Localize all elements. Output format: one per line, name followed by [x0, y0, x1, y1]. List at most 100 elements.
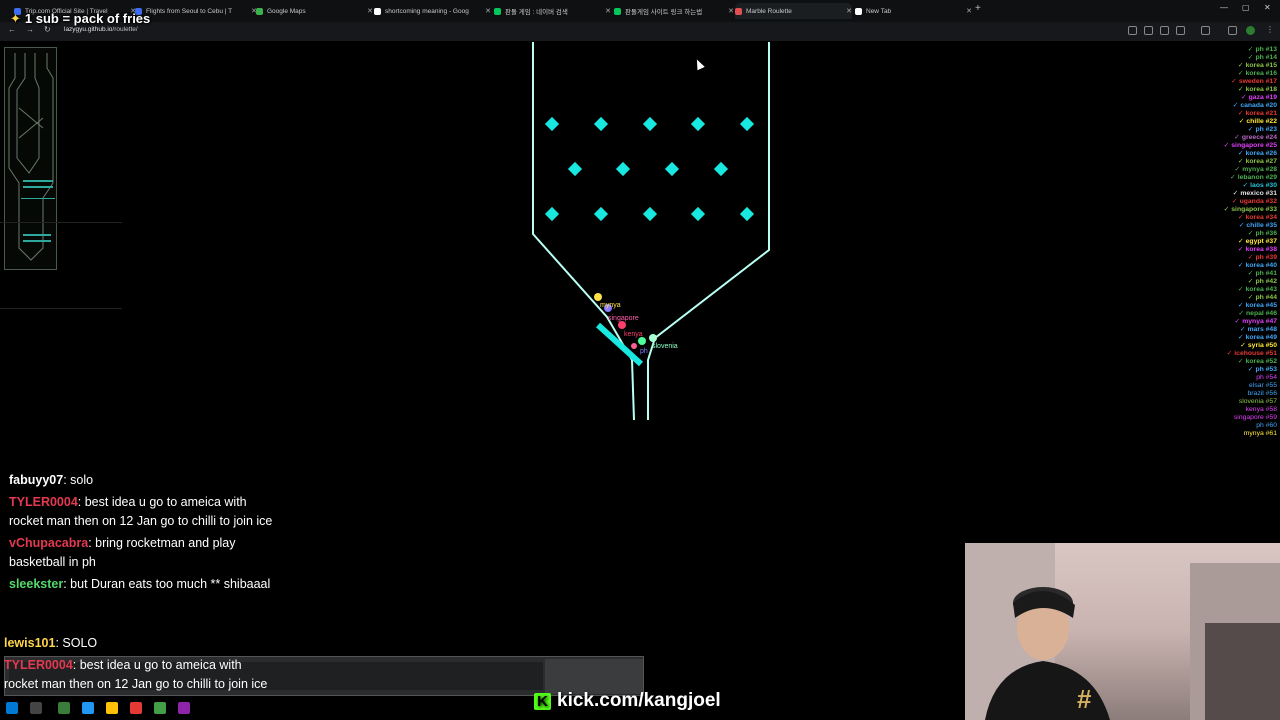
- check-icon: ✓: [1223, 206, 1230, 213]
- divider: [0, 308, 122, 309]
- svg-text:#: #: [1077, 684, 1092, 714]
- favicon-icon: [614, 7, 621, 15]
- ranking-label: korea #26: [1245, 150, 1277, 157]
- close-window-icon[interactable]: ✕: [1264, 3, 1271, 12]
- ranking-item: ✓ ph #14: [1167, 54, 1277, 62]
- ranking-label: ph #39: [1255, 254, 1277, 261]
- ranking-label: uganda #32: [1239, 198, 1277, 205]
- ranking-item: ✓ lebanon #29: [1167, 174, 1277, 182]
- ranking-label: ph #54: [1256, 374, 1277, 381]
- new-tab-button[interactable]: +: [975, 3, 981, 14]
- sidebar-icon[interactable]: [1228, 26, 1237, 35]
- extensions-icon[interactable]: [1201, 26, 1210, 35]
- tab-4[interactable]: 판돌 게임 : 네이버 검색 ✕: [494, 3, 611, 19]
- tab-label: 판돌게임 사이트 링크 하는법: [625, 9, 703, 16]
- app-icon[interactable]: [178, 702, 190, 714]
- ranking-item: ✓ mynya #28: [1167, 166, 1277, 174]
- profile-avatar[interactable]: [1246, 26, 1255, 35]
- ranking-item: ✓ uganda #32: [1167, 198, 1277, 206]
- ranking-item: ✓ ph #44: [1167, 294, 1277, 302]
- address-bar: ← → ↻ lazygyu.github.io/roulette/ ⋮: [0, 22, 1280, 41]
- ranking-item: ✓ chille #22: [1167, 118, 1277, 126]
- check-icon: ✓: [1240, 342, 1246, 349]
- tab-2[interactable]: Google Maps ✕: [256, 3, 373, 19]
- ranking-label: korea #27: [1245, 158, 1277, 165]
- minimize-icon[interactable]: —: [1220, 3, 1228, 12]
- close-tab-icon[interactable]: ✕: [605, 7, 611, 15]
- app-icon[interactable]: [58, 702, 70, 714]
- check-icon: ✓: [1232, 190, 1239, 197]
- close-tab-icon[interactable]: ✕: [846, 7, 852, 15]
- tab-label: 판돌 게임 : 네이버 검색: [505, 9, 568, 16]
- favicon-icon: [855, 7, 862, 15]
- url-field[interactable]: lazygyu.github.io/roulette/: [64, 26, 138, 33]
- ranking-item: ✓ korea #18: [1167, 86, 1277, 94]
- ranking-item: ✓ korea #27: [1167, 158, 1277, 166]
- ranking-item: singapore #59: [1167, 414, 1277, 422]
- check-icon: ✓: [1237, 262, 1244, 269]
- close-tab-icon[interactable]: ✕: [367, 7, 373, 15]
- folder-icon[interactable]: [106, 702, 118, 714]
- close-tab-icon[interactable]: ✕: [966, 7, 972, 15]
- ranking-label: brazil #56: [1247, 390, 1277, 397]
- menu-icon[interactable]: ⋮: [1266, 25, 1274, 34]
- tab-6[interactable]: Marble Roulette ✕: [735, 3, 852, 19]
- browser-tab-bar: Trip.com Official Site | Travel ✕ Flights …: [0, 0, 1280, 22]
- windows-start-icon[interactable]: [6, 702, 18, 714]
- ranking-item: slovenia #57: [1167, 398, 1277, 406]
- ranking-item: ✓ gaza #19: [1167, 94, 1277, 102]
- search-icon[interactable]: [30, 702, 42, 714]
- close-tab-icon[interactable]: ✕: [485, 7, 491, 15]
- ranking-item: elsar #55: [1167, 382, 1277, 390]
- close-tab-icon[interactable]: ✕: [728, 7, 734, 15]
- check-icon: ✓: [1247, 254, 1254, 261]
- check-icon: ✓: [1237, 214, 1244, 221]
- ranking-item: ✓ ph #13: [1167, 46, 1277, 54]
- ranking-label: mynya #61: [1243, 430, 1277, 437]
- ranking-label: singapore #59: [1233, 414, 1277, 421]
- peg: [690, 206, 706, 222]
- peg: [642, 116, 658, 132]
- bookmark-icon[interactable]: [1176, 26, 1185, 35]
- chat-username: TYLER0004: [4, 658, 73, 672]
- tab-5[interactable]: 판돌게임 사이트 링크 하는법 ✕: [614, 3, 734, 19]
- tab-1[interactable]: Flights from Seoul to Cebu | T ✕: [135, 3, 257, 19]
- tab-7[interactable]: New Tab ✕: [855, 3, 972, 19]
- tab-3[interactable]: shortcoming meaning - Goog ✕: [374, 3, 491, 19]
- check-icon: ✓: [1237, 358, 1244, 365]
- ranking-item: ✓ korea #26: [1167, 150, 1277, 158]
- ranking-label: korea #15: [1245, 62, 1277, 69]
- ranking-item: ✓ ph #41: [1167, 270, 1277, 278]
- ranking-label: sweden #17: [1238, 78, 1277, 85]
- share-icon[interactable]: [1160, 26, 1169, 35]
- ranking-label: chille #35: [1246, 222, 1277, 229]
- ranking-item: ✓ canada #20: [1167, 102, 1277, 110]
- peg: [739, 116, 755, 132]
- favicon-icon: [735, 7, 742, 15]
- peg: [593, 206, 609, 222]
- translate-icon[interactable]: [1128, 26, 1137, 35]
- peg: [642, 206, 658, 222]
- ranking-item: ✓ sweden #17: [1167, 78, 1277, 86]
- zoom-icon[interactable]: [1144, 26, 1153, 35]
- app-icon[interactable]: [154, 702, 166, 714]
- ranking-label: greece #24: [1241, 134, 1277, 141]
- favicon-icon: [256, 7, 263, 15]
- check-icon: ✓: [1239, 326, 1246, 333]
- marble: [649, 334, 657, 342]
- maximize-icon[interactable]: ▢: [1242, 3, 1250, 12]
- chat-message: TYLER0004: best idea u go to ameica with…: [4, 656, 274, 694]
- ranking-item: ✓ ph #23: [1167, 126, 1277, 134]
- marble: [631, 343, 637, 349]
- ranking-label: laos #30: [1250, 182, 1277, 189]
- ranking-item: ✓ mars #48: [1167, 326, 1277, 334]
- app-icon[interactable]: [130, 702, 142, 714]
- ranking-label: korea #21: [1245, 110, 1277, 117]
- app-icon[interactable]: [82, 702, 94, 714]
- ranking-item: ✓ egypt #37: [1167, 238, 1277, 246]
- divider: [0, 222, 122, 223]
- ranking-item: ✓ ph #39: [1167, 254, 1277, 262]
- marble: [594, 293, 602, 301]
- check-icon: ✓: [1247, 366, 1254, 373]
- check-icon: ✓: [1234, 318, 1241, 325]
